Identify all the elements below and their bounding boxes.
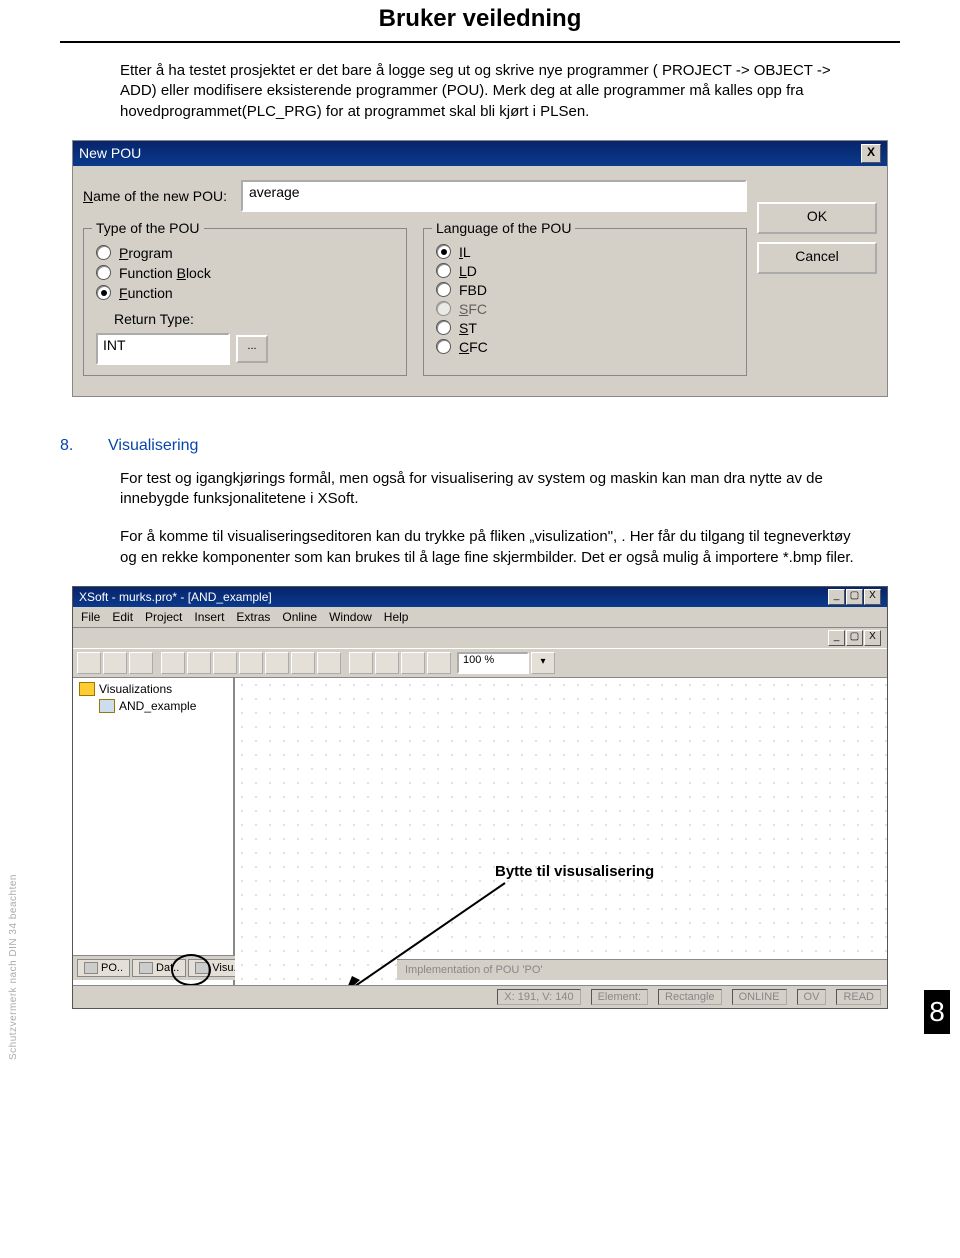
cancel-button[interactable]: Cancel: [757, 242, 877, 274]
status-coord: X: 191, V: 140: [497, 989, 580, 1005]
section-p2: For å komme til visualiseringseditoren k…: [120, 527, 870, 568]
tree-panel: Visualizations AND_example PO.. Dat.. Vi…: [73, 678, 235, 1008]
toolbar-button[interactable]: [401, 652, 425, 674]
annotation-note: Bytte til visusalisering: [495, 863, 654, 880]
tab-po[interactable]: PO..: [77, 959, 130, 977]
radio-program[interactable]: Program: [96, 245, 394, 261]
file-icon: [99, 699, 115, 713]
browse-button[interactable]: ...: [236, 335, 268, 363]
toolbar-button[interactable]: [187, 652, 211, 674]
tree-root[interactable]: Visualizations: [73, 678, 233, 698]
folder-icon: [79, 682, 95, 696]
intro-paragraph: Etter å ha testet prosjektet er det bare…: [120, 61, 870, 122]
menu-project[interactable]: Project: [145, 610, 182, 624]
toolbar-button[interactable]: [103, 652, 127, 674]
page-title: Bruker veiledning: [60, 5, 900, 43]
zoom-input[interactable]: 100 %: [457, 652, 529, 674]
menu-insert[interactable]: Insert: [194, 610, 224, 624]
return-type-input[interactable]: INT: [96, 333, 230, 365]
radio-function-block[interactable]: Function Block: [96, 265, 394, 281]
app-title: XSoft - murks.pro* - [AND_example]: [79, 590, 272, 604]
radio-fbd[interactable]: FBD: [436, 282, 734, 298]
radio-cfc[interactable]: CFC: [436, 339, 734, 355]
menu-help[interactable]: Help: [384, 610, 409, 624]
radio-function[interactable]: Function: [96, 285, 394, 301]
child-minimize-icon[interactable]: _: [828, 630, 845, 646]
menu-online[interactable]: Online: [282, 610, 317, 624]
language-fieldset: Language of the POU IL LD FBD SFC ST CFC: [423, 228, 747, 376]
page-number: 8: [924, 990, 950, 1034]
section-heading: 8. Visualisering: [60, 437, 900, 455]
toolbar-button[interactable]: [265, 652, 289, 674]
close-icon[interactable]: X: [861, 144, 881, 163]
radio-il[interactable]: IL: [436, 244, 734, 260]
toolbar-button[interactable]: [375, 652, 399, 674]
toolbar-button[interactable]: [317, 652, 341, 674]
section-p1: For test og igangkjørings formål, men og…: [120, 469, 870, 510]
status-read: READ: [836, 989, 881, 1005]
tab-icon: [84, 962, 98, 974]
new-pou-dialog: New POU X Name of the new POU: average T…: [72, 140, 888, 397]
toolbar-button[interactable]: [427, 652, 451, 674]
child-maximize-icon[interactable]: ▢: [846, 630, 863, 646]
return-type-label: Return Type:: [114, 311, 394, 327]
radio-ld[interactable]: LD: [436, 263, 734, 279]
toolbar-button[interactable]: [291, 652, 315, 674]
minimize-icon[interactable]: _: [828, 589, 845, 605]
toolbar-button[interactable]: [213, 652, 237, 674]
toolbar: 100 % ▾: [73, 648, 887, 678]
radio-sfc: SFC: [436, 301, 734, 317]
name-label: Name of the new POU:: [83, 188, 227, 204]
ok-button[interactable]: OK: [757, 202, 877, 234]
status-online: ONLINE: [732, 989, 787, 1005]
status-rect: Rectangle: [658, 989, 722, 1005]
menu-window[interactable]: Window: [329, 610, 372, 624]
menu-file[interactable]: File: [81, 610, 100, 624]
language-legend: Language of the POU: [432, 220, 575, 236]
implementation-pane: Implementation of POU 'PO': [397, 959, 887, 980]
toolbar-button[interactable]: [349, 652, 373, 674]
maximize-icon[interactable]: ▢: [846, 589, 863, 605]
close-icon[interactable]: X: [864, 589, 881, 605]
type-fieldset: Type of the POU Program Function Block F…: [83, 228, 407, 376]
toolbar-button[interactable]: [239, 652, 263, 674]
menubar: File Edit Project Insert Extras Online W…: [73, 607, 887, 627]
toolbar-button[interactable]: [77, 652, 101, 674]
xsoft-window: XSoft - murks.pro* - [AND_example] _ ▢ X…: [72, 586, 888, 1009]
toolbar-button[interactable]: [129, 652, 153, 674]
menu-edit[interactable]: Edit: [112, 610, 133, 624]
tab-icon: [139, 962, 153, 974]
toolbar-button[interactable]: [161, 652, 185, 674]
dialog-title: New POU: [79, 145, 141, 161]
menu-extras[interactable]: Extras: [236, 610, 270, 624]
status-bar: X: 191, V: 140 Element: Rectangle ONLINE…: [73, 985, 887, 1008]
status-ov: OV: [797, 989, 827, 1005]
radio-st[interactable]: ST: [436, 320, 734, 336]
tree-item[interactable]: AND_example: [73, 698, 233, 714]
side-note: Schutzvermerk nach DIN 34 beachten: [8, 874, 19, 1060]
annotation-circle: [171, 954, 211, 986]
canvas[interactable]: Bytte til visusalisering Implementation …: [235, 678, 887, 1008]
status-element: Element:: [591, 989, 648, 1005]
pou-name-input[interactable]: average: [241, 180, 747, 212]
zoom-dropdown-icon[interactable]: ▾: [531, 652, 555, 674]
child-close-icon[interactable]: X: [864, 630, 881, 646]
type-legend: Type of the POU: [92, 220, 204, 236]
